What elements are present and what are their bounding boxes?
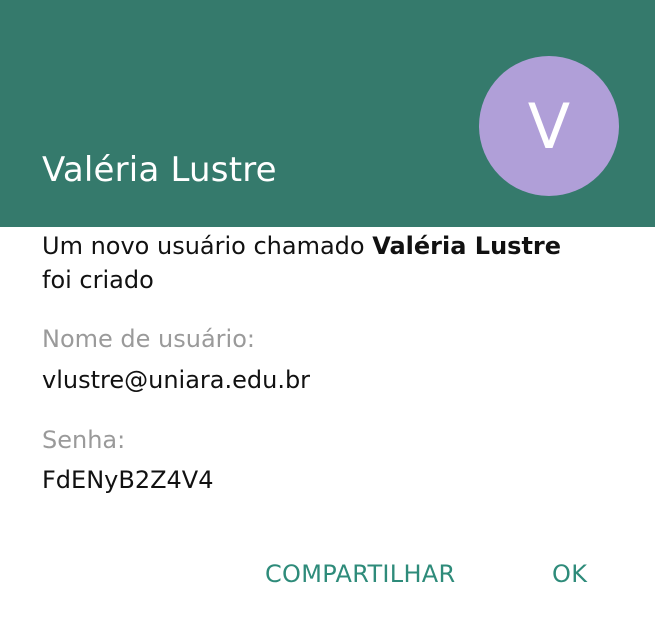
dialog-title: Valéria Lustre [42,150,277,190]
username-value: vlustre@uniara.edu.br [42,366,311,394]
user-created-dialog: Valéria Lustre V Um novo usuário chamado… [0,0,655,625]
creation-message: Um novo usuário chamado Valéria Lustre f… [42,229,602,297]
message-prefix: Um novo usuário chamado [42,232,373,260]
username-label: Nome de usuário: [42,325,255,353]
message-suffix: foi criado [42,266,154,294]
dialog-header: Valéria Lustre V [0,0,655,227]
message-user-name: Valéria Lustre [372,232,562,260]
avatar: V [479,56,619,196]
password-label: Senha: [42,426,126,454]
password-value: FdENyB2Z4V4 [42,466,214,494]
ok-button[interactable]: OK [552,560,587,588]
avatar-letter: V [527,89,571,163]
share-button[interactable]: COMPARTILHAR [265,560,456,588]
